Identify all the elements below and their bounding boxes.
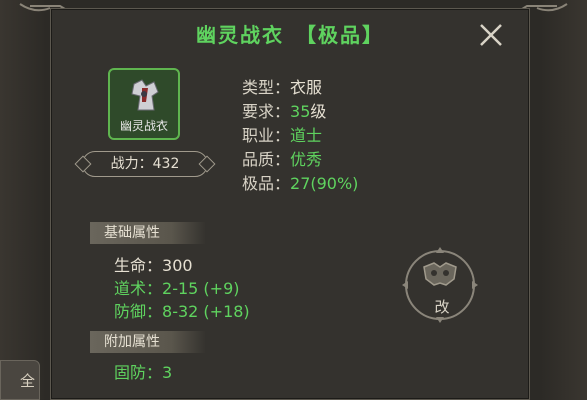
- stat-value: 2-15: [162, 279, 199, 298]
- info-key: 品质：: [242, 150, 291, 169]
- stat-label: 生命：: [114, 256, 163, 275]
- info-key: 类型：: [242, 78, 291, 97]
- info-row-excellence: 极品：27(90%): [242, 172, 502, 196]
- stat-label: 固防：: [114, 363, 163, 382]
- info-value-unit: 级: [310, 102, 327, 121]
- extra-attributes-list: 固防：3: [114, 361, 374, 384]
- stat-bonus: (+9): [203, 279, 240, 298]
- power-value: 432: [152, 156, 180, 172]
- item-icon-name: 幽灵战衣: [119, 119, 168, 133]
- stat-label: 防御：: [114, 302, 163, 321]
- stat-value: 3: [162, 363, 173, 382]
- stat-row-taoism: 道术：2-15 (+9): [114, 277, 374, 300]
- base-attributes-header: 基础属性: [90, 222, 206, 244]
- left-tab-button[interactable]: 全: [0, 360, 40, 400]
- info-value-level: 35: [290, 102, 311, 121]
- stat-row-hp: 生命：300: [114, 254, 374, 277]
- info-key: 要求：: [242, 102, 291, 121]
- title-bar: 幽灵战衣 【极品】: [50, 18, 530, 52]
- stat-value: 300: [162, 256, 193, 275]
- item-info-list: 类型：衣服 要求：35级 职业：道士 品质：优秀 极品：27(90%): [242, 76, 502, 196]
- info-row-quality: 品质：优秀: [242, 148, 502, 172]
- armor-icon: [131, 79, 159, 111]
- info-row-type: 类型：衣服: [242, 76, 502, 100]
- power-label: 战力：: [110, 156, 153, 172]
- info-row-class: 职业：道士: [242, 124, 502, 148]
- stat-label: 道术：: [114, 279, 163, 298]
- info-value: 衣服: [290, 78, 323, 97]
- info-value: 道士: [290, 126, 323, 145]
- item-icon-slot[interactable]: 幽灵战衣: [108, 68, 180, 140]
- stat-value: 8-32: [162, 302, 199, 321]
- info-value: 优秀: [290, 150, 323, 169]
- info-key: 职业：: [242, 126, 291, 145]
- stat-bonus: (+18): [203, 302, 250, 321]
- combat-power-badge: 战力：432: [82, 151, 208, 177]
- stat-row-defense: 防御：8-32 (+18): [114, 300, 374, 323]
- item-title: 幽灵战衣 【极品】: [196, 23, 384, 47]
- info-key: 极品：: [242, 174, 291, 193]
- close-icon[interactable]: [478, 22, 504, 48]
- base-attributes-list: 生命：300 道术：2-15 (+9) 防御：8-32 (+18): [114, 254, 374, 323]
- reforge-label: 改: [434, 298, 450, 316]
- stat-row-fixed-defense: 固防：3: [114, 361, 374, 384]
- extra-attributes-header: 附加属性: [90, 331, 206, 353]
- info-row-requirement: 要求：35级: [242, 100, 502, 124]
- info-value: 27(90%): [290, 174, 359, 193]
